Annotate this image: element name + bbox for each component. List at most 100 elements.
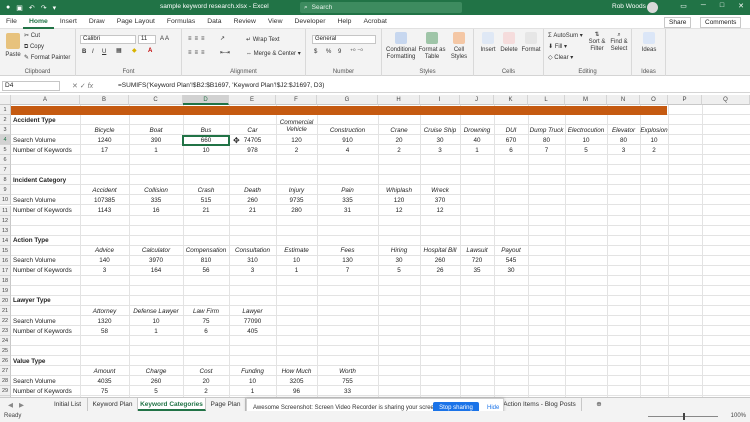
insert-cells-button[interactable]: Insert bbox=[478, 32, 498, 54]
value-cell[interactable]: 2 bbox=[378, 147, 420, 154]
category-cell[interactable]: Car bbox=[229, 127, 276, 134]
row-label[interactable]: Number of Keywords bbox=[13, 207, 72, 214]
maximize-icon[interactable]: □ bbox=[720, 2, 724, 10]
category-cell[interactable]: Drowning bbox=[460, 127, 494, 134]
minimize-icon[interactable]: ─ bbox=[701, 2, 706, 10]
category-cell[interactable]: How Much bbox=[276, 368, 317, 375]
row-header-17[interactable]: 17 bbox=[0, 265, 11, 276]
value-cell[interactable]: 720 bbox=[460, 257, 494, 264]
cut-button[interactable]: ✂ Cut bbox=[24, 33, 40, 40]
value-cell[interactable]: 26 bbox=[420, 267, 460, 274]
section-heading[interactable]: Accident Type bbox=[13, 117, 56, 124]
value-cell[interactable]: 21 bbox=[183, 207, 229, 214]
category-cell[interactable]: Wreck bbox=[420, 187, 460, 194]
font-color-icon[interactable]: A bbox=[148, 48, 152, 55]
row-header-14[interactable]: 14 bbox=[0, 235, 11, 246]
column-header-d[interactable]: D bbox=[183, 95, 229, 105]
category-cell[interactable]: Accident bbox=[80, 187, 129, 194]
value-cell[interactable]: 20 bbox=[378, 137, 420, 144]
value-cell[interactable]: 12 bbox=[420, 207, 460, 214]
value-cell[interactable]: 10 bbox=[276, 257, 317, 264]
column-header-n[interactable]: N bbox=[607, 95, 640, 105]
column-header-q[interactable]: Q bbox=[702, 95, 750, 105]
value-cell[interactable]: 40 bbox=[460, 137, 494, 144]
category-cell[interactable]: Lawsuit bbox=[460, 247, 494, 254]
decimal-icons[interactable]: ⁺⁰ ⁻⁰ bbox=[350, 49, 363, 56]
bold-button[interactable]: B bbox=[82, 49, 86, 56]
value-cell[interactable]: 3 bbox=[420, 147, 460, 154]
value-cell[interactable]: 335 bbox=[129, 197, 183, 204]
value-cell[interactable]: 120 bbox=[276, 137, 317, 144]
category-cell[interactable]: DUI bbox=[494, 127, 528, 134]
category-cell[interactable]: Whiplash bbox=[378, 187, 420, 194]
ribbon-display-icon[interactable]: ▭ bbox=[680, 2, 687, 10]
value-cell[interactable]: 670 bbox=[494, 137, 528, 144]
column-header-i[interactable]: I bbox=[420, 95, 460, 105]
sheet-tab-action-items-blog-posts[interactable]: Action Items - Blog Posts bbox=[498, 398, 582, 411]
section-heading[interactable]: Incident Category bbox=[13, 177, 66, 184]
tab-acrobat[interactable]: Acrobat bbox=[357, 15, 392, 29]
value-cell[interactable]: 10 bbox=[229, 378, 276, 385]
borders-icon[interactable]: ▦ bbox=[116, 48, 122, 55]
paste-button[interactable]: Paste bbox=[4, 33, 22, 59]
fill-color-icon[interactable]: ◆ bbox=[132, 48, 137, 55]
format-as-table-button[interactable]: Format as Table bbox=[418, 32, 446, 61]
customize-icon[interactable]: ▾ bbox=[53, 4, 57, 12]
value-cell[interactable]: 10 bbox=[640, 137, 668, 144]
tab-insert[interactable]: Insert bbox=[54, 15, 83, 29]
value-cell[interactable]: 515 bbox=[183, 197, 229, 204]
category-cell[interactable]: Attorney bbox=[80, 308, 129, 315]
value-cell[interactable]: 7 bbox=[528, 147, 565, 154]
value-cell[interactable]: 310 bbox=[229, 257, 276, 264]
category-cell[interactable]: Commercial Vehicle bbox=[276, 119, 317, 133]
value-cell[interactable]: 80 bbox=[607, 137, 640, 144]
value-cell[interactable]: 1143 bbox=[80, 207, 129, 214]
value-cell[interactable]: 2 bbox=[183, 388, 229, 395]
row-label[interactable]: Search Volume bbox=[13, 318, 56, 325]
value-cell[interactable]: 9735 bbox=[276, 197, 317, 204]
share-button[interactable]: Share bbox=[664, 17, 692, 28]
row-label[interactable]: Number of Keywords bbox=[13, 267, 72, 274]
copy-button[interactable]: ⧉ Copy bbox=[24, 44, 44, 51]
row-header-9[interactable]: 9 bbox=[0, 185, 11, 196]
value-cell[interactable]: 7 bbox=[317, 267, 378, 274]
tab-page-layout[interactable]: Page Layout bbox=[111, 15, 161, 29]
value-cell[interactable]: 164 bbox=[129, 267, 183, 274]
row-header-27[interactable]: 27 bbox=[0, 366, 11, 377]
category-cell[interactable]: Bus bbox=[183, 127, 229, 134]
row-label[interactable]: Search Volume bbox=[13, 378, 56, 385]
currency-button[interactable]: $ bbox=[314, 49, 317, 56]
formula-input[interactable]: =SUMIFS('Keyword Plan'!$B2:$B1697, 'Keyw… bbox=[118, 82, 324, 89]
wrap-text-button[interactable]: ↵ Wrap Text bbox=[246, 37, 280, 44]
find-select-button[interactable]: ⌕ Find & Select bbox=[608, 32, 630, 53]
row-header-22[interactable]: 22 bbox=[0, 316, 11, 327]
value-cell[interactable]: 390 bbox=[129, 137, 183, 144]
cancel-icon[interactable]: ✕ bbox=[72, 83, 78, 90]
column-header-f[interactable]: F bbox=[276, 95, 317, 105]
sheet-nav-arrows[interactable]: ◀▶ bbox=[8, 401, 30, 409]
category-cell[interactable]: Dump Truck bbox=[528, 127, 565, 134]
category-cell[interactable]: Calculator bbox=[129, 247, 183, 254]
category-cell[interactable]: Construction bbox=[317, 127, 378, 134]
category-cell[interactable]: Collision bbox=[129, 187, 183, 194]
category-cell[interactable]: Charge bbox=[129, 368, 183, 375]
value-cell[interactable]: 6 bbox=[183, 328, 229, 335]
column-header-c[interactable]: C bbox=[129, 95, 183, 105]
tab-file[interactable]: File bbox=[0, 15, 23, 29]
category-cell[interactable]: Funding bbox=[229, 368, 276, 375]
row-label[interactable]: Search Volume bbox=[13, 197, 56, 204]
row-label[interactable]: Number of Keywords bbox=[13, 147, 72, 154]
value-cell[interactable]: 3 bbox=[229, 267, 276, 274]
value-cell[interactable]: 3 bbox=[607, 147, 640, 154]
italic-button[interactable]: I bbox=[92, 49, 94, 56]
section-heading[interactable]: Lawyer Type bbox=[13, 297, 51, 304]
value-cell[interactable]: 20 bbox=[183, 378, 229, 385]
category-cell[interactable]: Pain bbox=[317, 187, 378, 194]
category-cell[interactable]: Death bbox=[229, 187, 276, 194]
row-header-2[interactable]: 2 bbox=[0, 115, 11, 126]
column-header-a[interactable]: A bbox=[11, 95, 80, 105]
category-cell[interactable]: Worth bbox=[317, 368, 378, 375]
value-cell[interactable]: 1320 bbox=[80, 318, 129, 325]
value-cell[interactable]: 978 bbox=[229, 147, 276, 154]
value-cell[interactable]: 910 bbox=[317, 137, 378, 144]
